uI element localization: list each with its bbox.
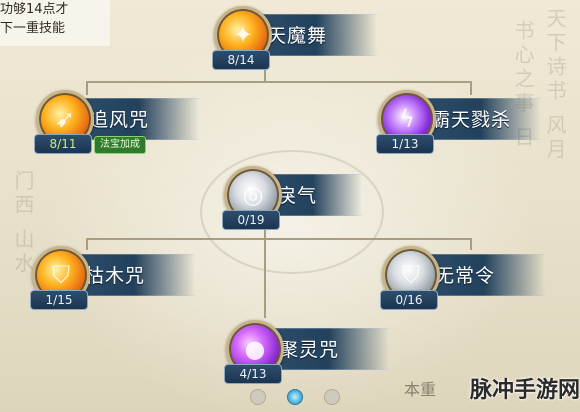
tree-connector bbox=[264, 238, 266, 318]
skill-node-batian[interactable]: 霸天戮杀 ϟ 1/13 bbox=[376, 90, 546, 156]
hint-line-1: 功够14点才 bbox=[0, 2, 69, 17]
skill-level: 1/13 bbox=[376, 134, 434, 154]
skill-level: 0/19 bbox=[222, 210, 280, 230]
skill-name: 戾气 bbox=[277, 185, 318, 207]
page-dot-2[interactable] bbox=[287, 389, 303, 405]
skill-level: 4/13 bbox=[224, 364, 282, 384]
skill-tree-panel: 天下诗书 风月 书心之事 日 门西 山水 功够14点才 下一重技能 天魔舞 ✦ … bbox=[0, 0, 580, 412]
skill-level: 8/11 bbox=[34, 134, 92, 154]
page-dot-1[interactable] bbox=[250, 389, 266, 405]
skill-level: 1/15 bbox=[30, 290, 88, 310]
hint-line-2: 下一重技能 bbox=[0, 21, 66, 36]
skill-level: 0/16 bbox=[380, 290, 438, 310]
tree-connector bbox=[86, 81, 470, 83]
skill-name: 追风咒 bbox=[89, 109, 150, 131]
skill-node-zhuifeng[interactable]: 追风咒 ➹ 8/11 法宝加成 bbox=[34, 90, 199, 156]
watermark: 脉冲手游网 bbox=[470, 378, 580, 403]
skill-node-wuchang[interactable]: 无常令 ⛉ 0/16 bbox=[380, 246, 545, 312]
skill-name: 霸天戮杀 bbox=[431, 109, 512, 131]
skill-node-liqi[interactable]: 戾气 ◎ 0/19 bbox=[222, 166, 382, 232]
section-label: 本重 bbox=[404, 380, 437, 399]
artifact-bonus-badge: 法宝加成 bbox=[94, 136, 146, 154]
skill-node-juling[interactable]: 聚灵咒 ● 4/13 bbox=[224, 320, 389, 386]
skill-node-tianmowu[interactable]: 天魔舞 ✦ 8/14 bbox=[212, 6, 377, 72]
skill-name: 聚灵咒 bbox=[279, 339, 340, 361]
page-dot-3[interactable] bbox=[324, 389, 340, 405]
skill-name: 无常令 bbox=[435, 265, 496, 287]
skill-node-kumu[interactable]: 枯木咒 ⛉ 1/15 bbox=[30, 246, 195, 312]
tree-connector bbox=[86, 238, 470, 240]
skill-name: 枯木咒 bbox=[85, 265, 146, 287]
skill-name: 天魔舞 bbox=[267, 25, 328, 47]
requirement-hint: 功够14点才 下一重技能 bbox=[0, 0, 110, 46]
skill-level: 8/14 bbox=[212, 50, 270, 70]
